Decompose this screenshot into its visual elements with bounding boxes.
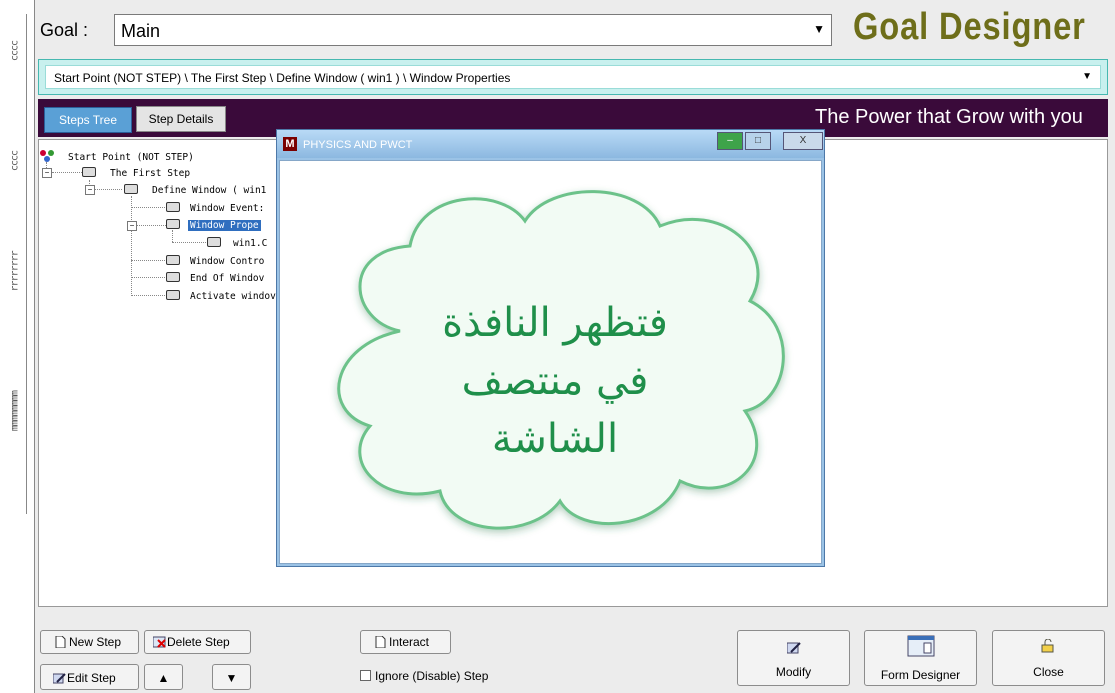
tree-connector [131,277,165,278]
popup-titlebar[interactable]: M PHYSICS AND PWCT – □ X [277,130,824,158]
step-icon [166,219,180,229]
delete-step-label: Delete Step [167,635,230,649]
ignore-step-checkbox[interactable] [360,670,371,681]
interact-button[interactable]: Interact [360,630,451,654]
tree-item-win1[interactable]: win1.C [207,237,267,249]
form-designer-label: Form Designer [880,668,961,682]
vertical-tab-1[interactable]: ɔɔɔɔ [2,40,20,60]
tree-item-activate-window[interactable]: Activate windov [166,290,276,302]
modify-button[interactable]: Modify [737,630,850,686]
tree-item-label: Window Contro [190,256,265,267]
unlock-icon [1041,638,1055,656]
goal-select-value: Main [121,21,161,41]
move-down-button[interactable]: ▼ [212,664,251,690]
tree-collapse-toggle[interactable]: − [42,168,52,178]
goal-select[interactable]: Main ▼ [114,14,832,46]
brand-title: Goal Designer [853,6,1086,48]
step-path-text: Start Point (NOT STEP) \ The First Step … [54,71,511,85]
cloud-message: فتظهر النافذة في منتصف الشاشة [400,294,710,468]
tree-collapse-toggle[interactable]: − [85,185,95,195]
tree-connector [131,196,132,296]
tree-item-start-point[interactable]: Start Point (NOT STEP) [40,150,194,163]
step-path-bar: Start Point (NOT STEP) \ The First Step … [38,59,1108,95]
vertical-tab-2[interactable]: ɔɔɔɔ [2,150,20,170]
vertical-tab-4[interactable]: ɯɯɯɯɯɯɯɯ [2,390,20,430]
tree-connector [52,172,82,173]
new-document-icon [55,635,66,649]
new-step-label: New Step [69,635,122,649]
maximize-icon[interactable]: □ [745,132,771,150]
vertical-tab-3[interactable]: ɹɹɹɹɹɹɹɹ [2,250,20,290]
cloud-line: الشاشة [491,416,619,462]
edit-icon [52,672,66,684]
tree-item-label: win1.C [233,238,268,249]
tree-item-label: Start Point (NOT STEP) [68,152,194,163]
popup-title: PHYSICS AND PWCT [303,139,413,151]
delete-step-button[interactable]: Delete Step [144,630,251,654]
edit-step-button[interactable]: Edit Step [40,664,139,690]
tree-connector [94,189,122,190]
step-icon [166,255,180,265]
app-icon: M [283,137,297,151]
tree-item-end-of-window[interactable]: End Of Windov [166,272,264,284]
left-side-strip: ɔɔɔɔ ɔɔɔɔ ɹɹɹɹɹɹɹɹ ɯɯɯɯɯɯɯɯ [0,0,34,693]
triangle-down-icon: ▼ [225,671,238,685]
tree-collapse-toggle[interactable]: − [127,221,137,231]
step-icon [207,237,221,247]
step-icon [124,184,138,194]
tree-connector [131,295,165,296]
modify-label: Modify [775,665,812,679]
move-up-button[interactable]: ▲ [144,664,183,690]
step-icon [82,167,96,177]
tree-connector [172,242,206,243]
close-label: Close [1033,665,1064,679]
tree-connector [131,260,165,261]
tree-connector [172,230,173,242]
edit-icon [786,641,801,657]
tree-item-label: End Of Windov [190,273,265,284]
step-icon [166,272,180,282]
form-designer-button[interactable]: Form Designer [864,630,977,686]
minimize-icon[interactable]: – [717,132,743,150]
step-icon [166,290,180,300]
tab-steps-tree[interactable]: Steps Tree [44,107,132,133]
tree-item-label: Activate windov [190,291,276,302]
step-icon [166,202,180,212]
tree-item-define-window[interactable]: Define Window ( win1 [124,184,266,196]
close-icon[interactable]: X [783,132,823,150]
tree-item-label: Window Prope [188,220,261,231]
ignore-step-label: Ignore (Disable) Step [375,669,489,683]
goal-label: Goal : [40,20,89,40]
new-document-icon [375,635,386,649]
tree-item-first-step[interactable]: The First Step [82,167,190,179]
tab-step-details[interactable]: Step Details [136,106,226,132]
cloud-line: فتظهر النافذة [442,300,668,346]
popup-client-area: فتظهر النافذة في منتصف الشاشة [279,160,822,564]
interact-label: Interact [389,635,430,649]
new-step-button[interactable]: New Step [40,630,139,654]
chevron-down-icon[interactable]: ▼ [1082,71,1092,82]
tree-item-label: The First Step [110,168,191,179]
sidebar-divider [26,14,27,514]
tree-item-window-events[interactable]: Window Event: [166,202,264,214]
tree-connector [136,225,166,226]
cloud-line: في منتصف [461,358,649,404]
triangle-up-icon: ▲ [157,671,170,685]
popup-window: M PHYSICS AND PWCT – □ X فتظهر النافذة ف… [276,129,825,567]
tree-item-label: Define Window ( win1 [152,185,267,196]
edit-step-label: Edit Step [67,671,116,685]
form-window-icon [907,635,935,660]
tree-item-window-properties[interactable]: Window Prope [166,219,261,231]
step-path-select[interactable]: Start Point (NOT STEP) \ The First Step … [45,65,1101,89]
tree-connector [131,207,165,208]
tree-item-window-controls[interactable]: Window Contro [166,255,264,267]
tree-item-label: Window Event: [190,203,265,214]
slogan-text: The Power that Grow with you [815,106,1083,128]
close-button[interactable]: Close [992,630,1105,686]
chevron-down-icon[interactable]: ▼ [813,22,825,36]
delete-table-icon [152,636,166,648]
flowchart-icon [40,150,54,162]
